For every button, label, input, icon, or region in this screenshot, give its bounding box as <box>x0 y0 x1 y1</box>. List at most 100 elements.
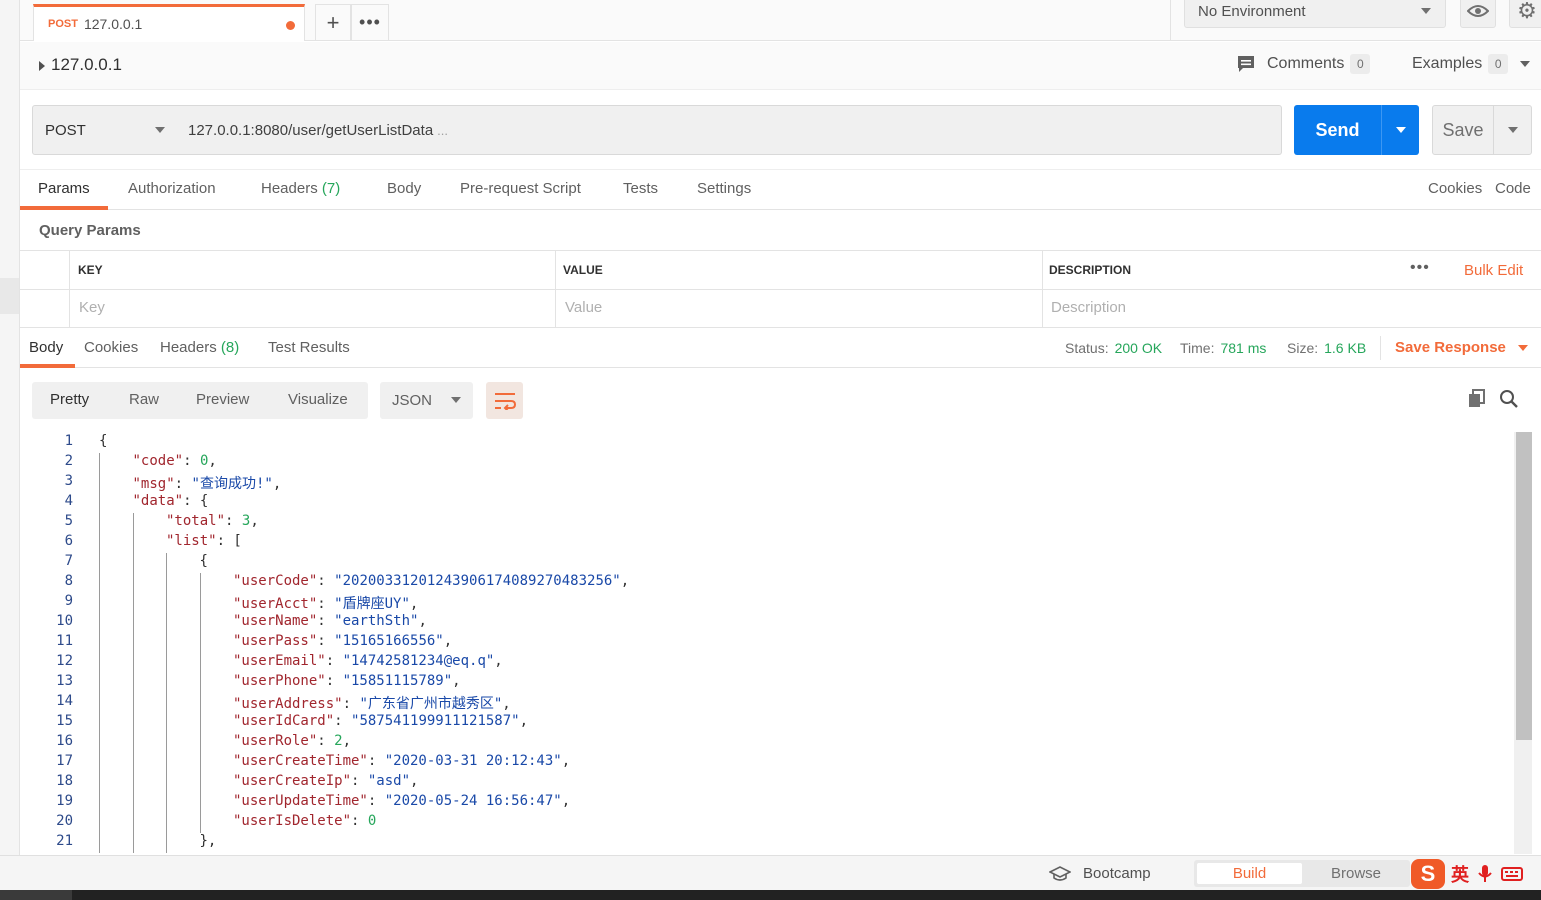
microphone-icon[interactable] <box>1477 864 1493 884</box>
param-key-input[interactable]: Key <box>79 299 105 316</box>
taskbar-start[interactable] <box>0 890 72 900</box>
tab-settings[interactable]: Settings <box>697 180 751 197</box>
save-button[interactable]: Save <box>1432 105 1532 155</box>
comments-label: Comments <box>1267 55 1345 72</box>
code-line: 3 "msg": "查询成功!", <box>20 473 1510 493</box>
json-punctuation: : <box>367 793 385 809</box>
json-punctuation: : <box>351 773 368 789</box>
code-text: "userName": "earthSth", <box>233 613 427 629</box>
request-title[interactable]: 127.0.0.1 <box>51 55 122 75</box>
json-key: "userRole" <box>233 733 318 749</box>
keyboard-icon[interactable] <box>1501 866 1523 882</box>
settings-button[interactable]: ⚙ <box>1509 0 1541 28</box>
tab-params[interactable]: Params <box>38 180 90 197</box>
new-tab-button[interactable]: + <box>315 4 351 41</box>
json-punctuation: , <box>409 596 419 612</box>
tab-options-button[interactable]: ••• <box>351 4 389 41</box>
json-punctuation: , <box>519 713 529 729</box>
ime-language-toggle[interactable]: 英 <box>1451 861 1469 887</box>
json-string: "587541199911121587" <box>351 713 520 729</box>
table-column-divider <box>1042 251 1043 328</box>
send-button-label: Send <box>1315 119 1360 140</box>
bulk-edit-button[interactable]: Bulk Edit <box>1464 262 1523 279</box>
send-button[interactable]: Send <box>1294 105 1419 155</box>
tab-tests[interactable]: Tests <box>623 180 658 197</box>
code-text: "userUpdateTime": "2020-05-24 16:56:47", <box>233 793 570 809</box>
status-readout[interactable]: Status: 200 OK <box>1065 340 1162 356</box>
tab-authorization[interactable]: Authorization <box>128 180 216 197</box>
copy-icon[interactable] <box>1467 389 1487 413</box>
sidebar-collapse-handle[interactable] <box>0 278 19 314</box>
save-response-label: Save Response <box>1395 339 1506 356</box>
size-readout[interactable]: Size: 1.6 KB <box>1287 340 1366 356</box>
table-divider <box>20 289 1541 290</box>
ime-logo[interactable]: S <box>1411 859 1445 889</box>
code-text: "code": 0, <box>133 453 217 469</box>
code-line: 17 "userCreateTime": "2020-03-31 20:12:43… <box>20 753 1510 773</box>
save-options-dropdown[interactable] <box>1494 127 1531 133</box>
json-punctuation: : <box>342 696 360 712</box>
wrap-lines-button[interactable] <box>486 382 523 419</box>
graduation-cap-icon <box>1049 865 1071 881</box>
browse-mode-button[interactable]: Browse <box>1304 863 1408 884</box>
code-line: 6 "list": [ <box>20 533 1510 553</box>
environment-quick-look-button[interactable] <box>1460 0 1496 28</box>
response-tab-headers[interactable]: Headers (8) <box>160 339 239 356</box>
os-taskbar <box>0 890 1541 900</box>
comments-button[interactable]: Comments 0 <box>1236 54 1371 74</box>
code-text: "data": { <box>133 493 209 509</box>
build-browse-toggle: Build Browse <box>1194 860 1410 887</box>
format-select[interactable]: JSON <box>380 382 473 419</box>
json-key: "userCreateTime" <box>233 753 368 769</box>
url-input[interactable]: 127.0.0.1:8080/user/getUserListData ... <box>175 105 1282 155</box>
code-line: 15 "userIdCard": "587541199911121587", <box>20 713 1510 733</box>
response-tab-test-results[interactable]: Test Results <box>268 339 350 356</box>
wrap-lines-icon <box>494 392 516 410</box>
json-key: "userAcct" <box>233 596 318 612</box>
tab-headers[interactable]: Headers (7) <box>261 180 340 197</box>
search-icon[interactable] <box>1499 389 1519 413</box>
examples-label: Examples <box>1412 55 1483 72</box>
json-punctuation: , <box>250 513 259 529</box>
examples-button[interactable]: Examples 0 <box>1412 54 1531 74</box>
build-mode-button[interactable]: Build <box>1197 863 1302 884</box>
json-punctuation: , <box>443 633 453 649</box>
line-number: 2 <box>64 453 73 469</box>
code-link[interactable]: Code <box>1495 180 1531 197</box>
code-scrollbar-thumb[interactable] <box>1516 432 1532 740</box>
chevron-right-icon[interactable] <box>39 61 45 71</box>
json-punctuation: , <box>502 696 511 712</box>
json-punctuation: }, <box>199 833 217 849</box>
chevron-down-icon <box>451 397 461 403</box>
view-raw[interactable]: Raw <box>129 391 159 408</box>
line-number: 4 <box>64 493 73 509</box>
column-header-description: DESCRIPTION <box>1049 263 1132 277</box>
response-body-code[interactable]: 1{2 "code": 0, 3 "msg": "查询成功!", 4 "data": {5… <box>20 432 1513 854</box>
tab-body[interactable]: Body <box>387 180 421 197</box>
environment-select[interactable]: No Environment <box>1184 0 1446 28</box>
response-tab-cookies[interactable]: Cookies <box>84 339 138 356</box>
column-options-icon[interactable]: ••• <box>1410 259 1430 277</box>
view-visualize[interactable]: Visualize <box>288 391 348 408</box>
cookies-link[interactable]: Cookies <box>1428 180 1482 197</box>
save-response-button[interactable]: Save Response <box>1395 339 1528 356</box>
tab-prerequest-script[interactable]: Pre-request Script <box>460 180 581 197</box>
json-string: "15851115789" <box>342 673 453 689</box>
time-readout[interactable]: Time: 781 ms <box>1180 340 1266 356</box>
line-number: 18 <box>56 773 73 789</box>
param-description-input[interactable]: Description <box>1051 299 1126 316</box>
json-punctuation: , <box>452 673 461 689</box>
request-tab[interactable]: POST 127.0.0.1 <box>33 4 305 41</box>
bootcamp-button[interactable]: Bootcamp <box>1049 865 1151 882</box>
send-options-dropdown[interactable] <box>1382 127 1419 133</box>
method-select[interactable]: POST <box>32 105 176 155</box>
method-select-value: POST <box>45 121 86 139</box>
response-tab-body[interactable]: Body <box>29 339 63 356</box>
json-key: "userPhone" <box>233 673 326 689</box>
view-preview[interactable]: Preview <box>196 391 249 408</box>
chevron-down-icon <box>1395 127 1406 133</box>
param-value-input[interactable]: Value <box>565 299 602 316</box>
code-text: "userAddress": "广东省广州市越秀区", <box>233 693 511 713</box>
view-pretty[interactable]: Pretty <box>50 391 89 408</box>
json-key: "userIsDelete" <box>233 813 352 829</box>
